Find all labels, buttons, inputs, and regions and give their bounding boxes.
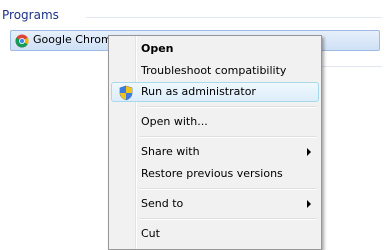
submenu-arrow-icon	[307, 200, 311, 208]
menu-item-share-with[interactable]: Share with	[111, 142, 319, 162]
menu-item-label: Open	[141, 42, 174, 55]
uac-shield-icon	[119, 85, 133, 101]
group-header-programs: Programs	[2, 8, 59, 22]
menu-separator	[139, 106, 317, 108]
menu-item-run-as-administrator[interactable]: Run as administrator	[111, 82, 319, 102]
menu-item-send-to[interactable]: Send to	[111, 194, 319, 214]
menu-item-label: Cut	[141, 227, 160, 240]
menu-item-label: Share with	[141, 145, 200, 158]
submenu-arrow-icon	[307, 148, 311, 156]
group-divider-right	[320, 66, 382, 67]
result-item-label: Google Chrome	[33, 33, 119, 46]
menu-separator	[139, 136, 317, 138]
menu-item-open-with[interactable]: Open with...	[111, 112, 319, 132]
menu-item-troubleshoot-compatibility[interactable]: Troubleshoot compatibility	[111, 61, 319, 81]
menu-item-label: Send to	[141, 197, 184, 210]
menu-separator	[139, 218, 317, 220]
menu-item-open[interactable]: Open	[111, 39, 319, 59]
group-divider	[86, 17, 382, 18]
menu-item-label: Open with...	[141, 115, 208, 128]
menu-item-label: Restore previous versions	[141, 167, 283, 180]
menu-item-label: Troubleshoot compatibility	[141, 64, 287, 77]
chrome-icon	[15, 34, 29, 48]
menu-separator	[139, 188, 317, 190]
context-menu: Open Troubleshoot compatibility Run as a…	[108, 35, 322, 250]
menu-item-restore-previous-versions[interactable]: Restore previous versions	[111, 164, 319, 184]
menu-item-cut[interactable]: Cut	[111, 224, 319, 244]
menu-item-label: Run as administrator	[141, 85, 256, 98]
